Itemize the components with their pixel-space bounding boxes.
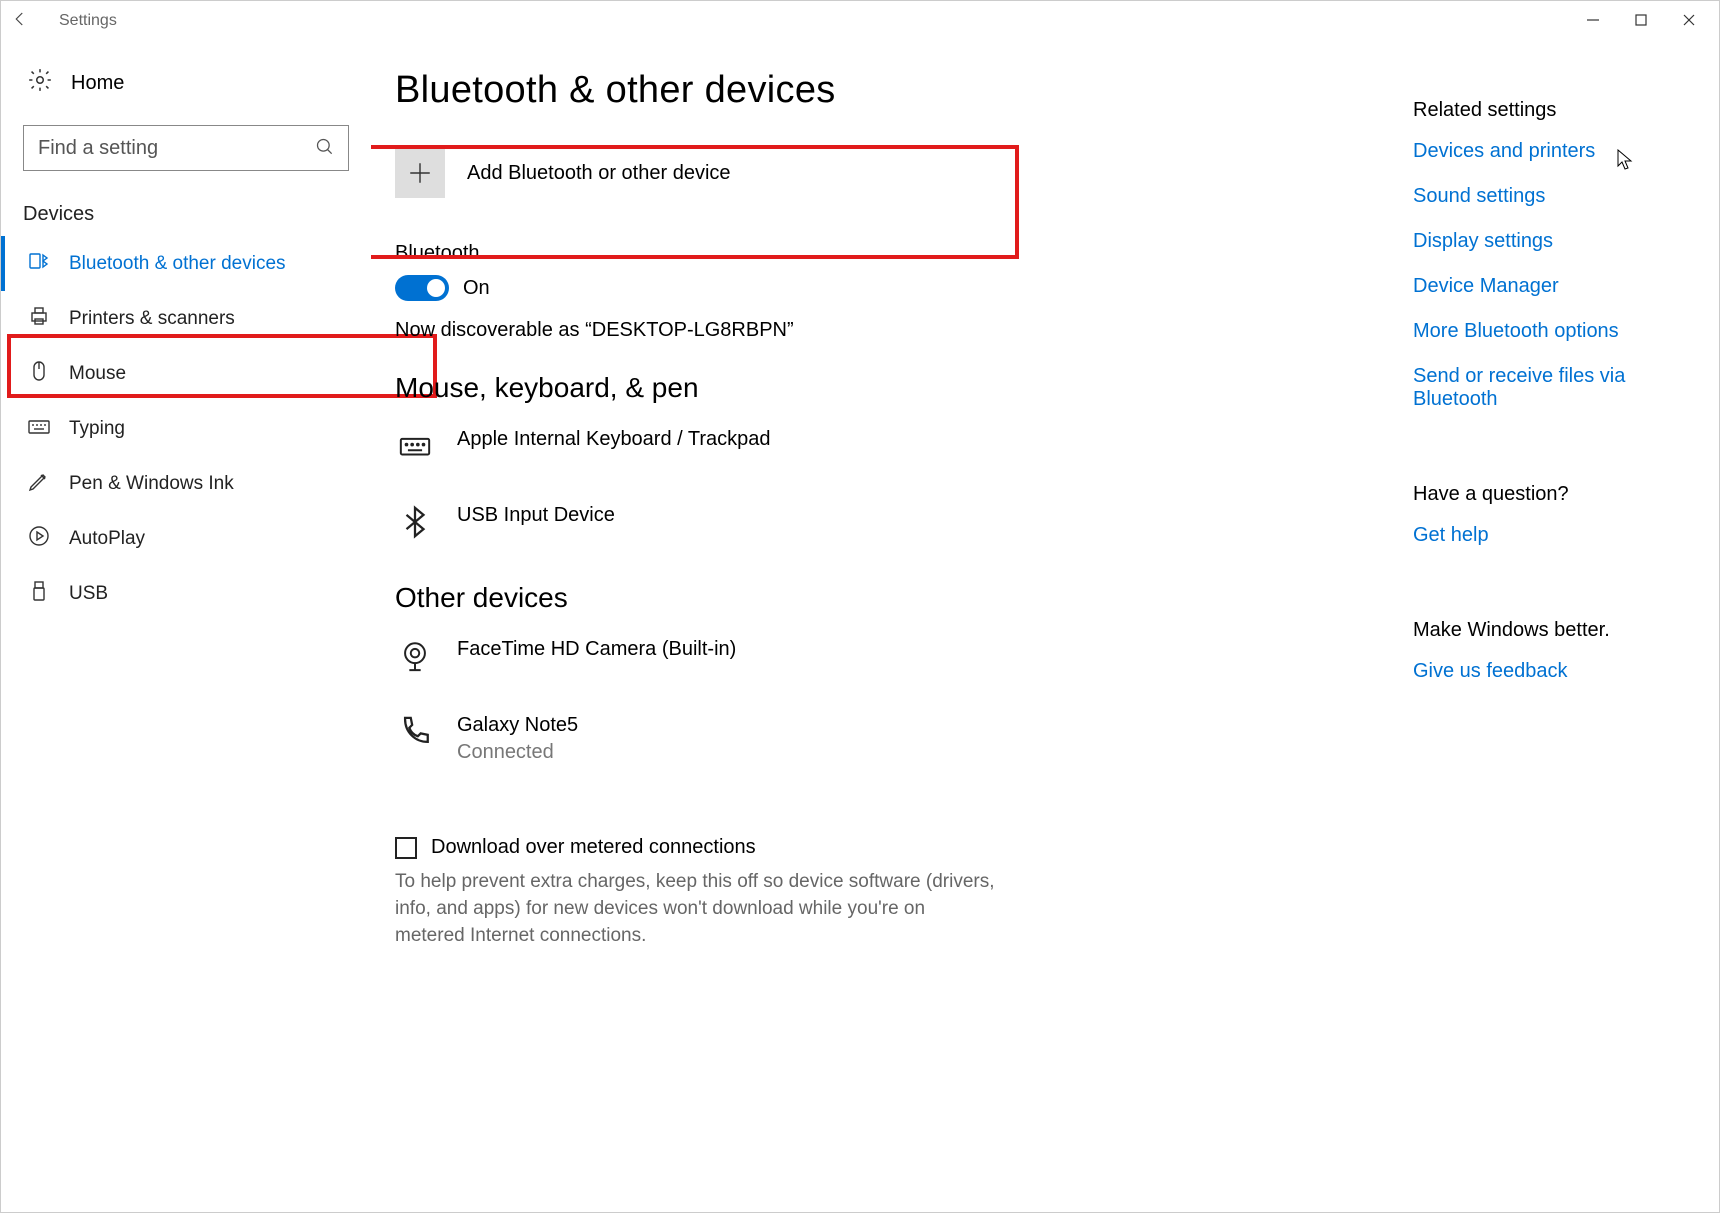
sidebar-item-typing[interactable]: Typing (1, 401, 371, 456)
bluetooth-device-icon (27, 249, 51, 279)
webcam-icon (395, 636, 435, 676)
group-other-devices: Other devices (395, 582, 1379, 614)
bluetooth-toggle[interactable] (395, 275, 449, 301)
phone-icon (395, 712, 435, 752)
home-link[interactable]: Home (1, 59, 371, 119)
right-rail: Related settings Devices and printers So… (1409, 41, 1719, 1212)
related-settings-heading: Related settings (1413, 99, 1699, 122)
close-button[interactable] (1679, 13, 1699, 30)
device-row-usb-input[interactable]: USB Input Device (395, 496, 1379, 572)
device-row-camera[interactable]: FaceTime HD Camera (Built-in) (395, 630, 1379, 706)
title-bar: Settings (1, 1, 1719, 41)
bluetooth-icon (395, 502, 435, 542)
minimize-button[interactable] (1583, 13, 1603, 30)
metered-description: To help prevent extra charges, keep this… (395, 869, 995, 950)
sidebar-item-label: Printers & scanners (69, 308, 235, 330)
add-device-label: Add Bluetooth or other device (467, 162, 731, 185)
sidebar-item-label: Bluetooth & other devices (69, 253, 286, 275)
printer-icon (27, 304, 51, 334)
main-content: Bluetooth & other devices Add Bluetooth … (371, 41, 1409, 1212)
sidebar-item-usb[interactable]: USB (1, 566, 371, 621)
category-label: Devices (1, 193, 371, 236)
autoplay-icon (27, 524, 51, 554)
sidebar: Home Devices Bluetooth & other devices P… (1, 41, 371, 1212)
checkbox-icon[interactable] (395, 837, 417, 859)
sidebar-item-printers[interactable]: Printers & scanners (1, 291, 371, 346)
device-row-phone[interactable]: Galaxy Note5 Connected (395, 706, 1379, 796)
usb-icon (27, 579, 51, 609)
metered-checkbox-row[interactable]: Download over metered connections (395, 836, 1379, 859)
sidebar-item-label: Pen & Windows Ink (69, 473, 234, 495)
link-get-help[interactable]: Get help (1413, 524, 1699, 547)
sidebar-item-pen[interactable]: Pen & Windows Ink (1, 456, 371, 511)
link-feedback[interactable]: Give us feedback (1413, 660, 1699, 683)
device-row-keyboard[interactable]: Apple Internal Keyboard / Trackpad (395, 420, 1379, 496)
discoverable-text: Now discoverable as “DESKTOP-LG8RBPN” (395, 319, 1379, 342)
search-input[interactable] (23, 125, 349, 171)
plus-icon (395, 148, 445, 198)
window-title: Settings (39, 12, 1583, 30)
improve-heading: Make Windows better. (1413, 619, 1699, 642)
page-title: Bluetooth & other devices (395, 69, 1379, 112)
sidebar-item-label: Typing (69, 418, 125, 440)
back-button[interactable] (11, 10, 39, 33)
cursor-icon (1617, 149, 1635, 176)
sidebar-item-mouse[interactable]: Mouse (1, 346, 371, 401)
link-send-receive-bt[interactable]: Send or receive files via Bluetooth (1413, 365, 1699, 411)
link-devices-printers[interactable]: Devices and printers (1413, 140, 1699, 163)
add-device-button[interactable]: Add Bluetooth or other device (395, 136, 875, 238)
toggle-state-label: On (463, 277, 490, 300)
device-status: Connected (457, 739, 578, 766)
gear-icon (27, 67, 53, 99)
bluetooth-heading: Bluetooth (395, 242, 1379, 265)
device-label: Galaxy Note5 (457, 712, 578, 739)
sidebar-item-label: AutoPlay (69, 528, 145, 550)
mouse-icon (27, 359, 51, 389)
keyboard-icon (27, 414, 51, 444)
sidebar-item-autoplay[interactable]: AutoPlay (1, 511, 371, 566)
device-label: USB Input Device (457, 502, 615, 529)
sidebar-item-bluetooth[interactable]: Bluetooth & other devices (1, 236, 371, 291)
pen-icon (27, 469, 51, 499)
link-sound-settings[interactable]: Sound settings (1413, 185, 1699, 208)
link-device-manager[interactable]: Device Manager (1413, 275, 1699, 298)
link-more-bluetooth[interactable]: More Bluetooth options (1413, 320, 1699, 343)
group-mouse-keyboard-pen: Mouse, keyboard, & pen (395, 372, 1379, 404)
link-display-settings[interactable]: Display settings (1413, 230, 1699, 253)
home-label: Home (71, 72, 124, 95)
metered-label: Download over metered connections (431, 836, 756, 859)
sidebar-item-label: USB (69, 583, 108, 605)
question-heading: Have a question? (1413, 483, 1699, 506)
maximize-button[interactable] (1631, 13, 1651, 30)
device-label: Apple Internal Keyboard / Trackpad (457, 426, 771, 453)
sidebar-item-label: Mouse (69, 363, 126, 385)
device-label: FaceTime HD Camera (Built-in) (457, 636, 736, 663)
search-icon (315, 137, 335, 162)
keyboard-icon (395, 426, 435, 466)
